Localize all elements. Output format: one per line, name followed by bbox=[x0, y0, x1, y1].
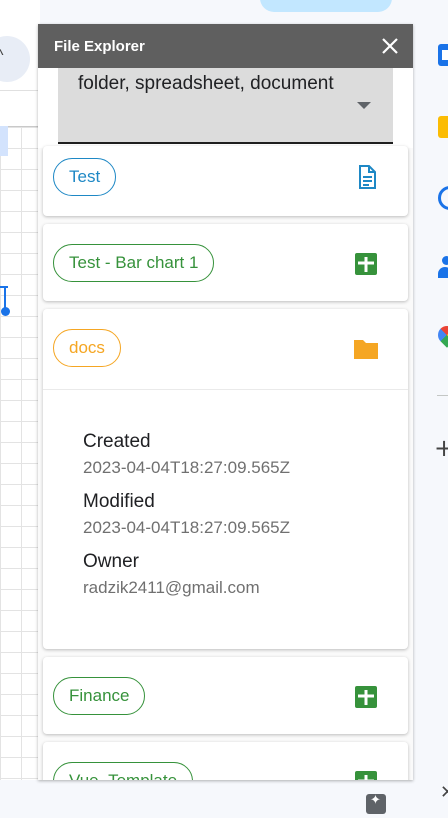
spreadsheet-grid[interactable] bbox=[0, 126, 40, 780]
file-name-chip[interactable]: Finance bbox=[53, 677, 146, 715]
created-label: Created bbox=[83, 431, 151, 452]
file-explorer-panel: File Explorer folder, spreadsheet, docum… bbox=[38, 24, 413, 780]
rail-divider bbox=[437, 395, 448, 396]
modified-label: Modified bbox=[83, 491, 155, 512]
add-icon[interactable]: + bbox=[434, 434, 448, 462]
file-name-chip[interactable]: Test bbox=[53, 158, 117, 196]
selection-handle[interactable] bbox=[1, 307, 10, 316]
spreadsheet-icon[interactable] bbox=[351, 767, 381, 780]
toolbar-divider bbox=[0, 90, 40, 91]
list-item[interactable]: Vue_Template bbox=[43, 742, 408, 780]
file-type-select[interactable]: folder, spreadsheet, document bbox=[58, 68, 393, 144]
dropdown-arrow-icon bbox=[357, 102, 371, 109]
panel-header: File Explorer bbox=[38, 24, 413, 68]
side-panel-rail bbox=[413, 0, 448, 818]
folder-icon[interactable] bbox=[351, 334, 381, 364]
close-button[interactable] bbox=[376, 32, 404, 60]
modified-value: 2023-04-04T18:27:09.565Z bbox=[83, 518, 290, 537]
file-name-chip[interactable]: docs bbox=[53, 329, 121, 367]
panel-title: File Explorer bbox=[54, 38, 145, 55]
maps-icon[interactable] bbox=[438, 326, 448, 348]
list-item[interactable]: Finance bbox=[43, 657, 408, 734]
document-icon[interactable] bbox=[351, 162, 381, 192]
filter-area: folder, spreadsheet, document bbox=[38, 68, 413, 148]
list-item[interactable]: docs Created 2023-04-04T18:27:09.565Z Mo… bbox=[43, 309, 408, 649]
close-icon bbox=[382, 38, 398, 54]
owner-label: Owner bbox=[83, 551, 139, 572]
created-value: 2023-04-04T18:27:09.565Z bbox=[83, 458, 290, 477]
file-type-select-value: folder, spreadsheet, document bbox=[78, 73, 334, 94]
selected-column-header bbox=[0, 126, 8, 156]
spreadsheet-icon[interactable] bbox=[351, 249, 381, 279]
file-name-chip[interactable]: Test - Bar chart 1 bbox=[53, 244, 215, 282]
details-divider bbox=[43, 389, 408, 390]
keep-icon[interactable] bbox=[438, 116, 448, 138]
calendar-icon[interactable] bbox=[438, 44, 448, 66]
tasks-icon[interactable] bbox=[438, 186, 448, 210]
owner-value: radzik2411@gmail.com bbox=[83, 578, 260, 597]
explore-icon[interactable] bbox=[366, 793, 386, 814]
chevron-up-icon[interactable]: ^ bbox=[0, 47, 4, 65]
file-list: Test Test - Bar chart 1 docs Created 202… bbox=[38, 146, 413, 780]
spreadsheet-icon[interactable] bbox=[351, 682, 381, 712]
share-button[interactable] bbox=[260, 0, 392, 12]
list-item[interactable]: Test - Bar chart 1 bbox=[43, 224, 408, 301]
file-name-chip[interactable]: Vue_Template bbox=[53, 762, 194, 780]
close-icon[interactable]: ✕ bbox=[440, 782, 448, 803]
list-item[interactable]: Test bbox=[43, 146, 408, 216]
contacts-icon[interactable] bbox=[438, 256, 448, 278]
